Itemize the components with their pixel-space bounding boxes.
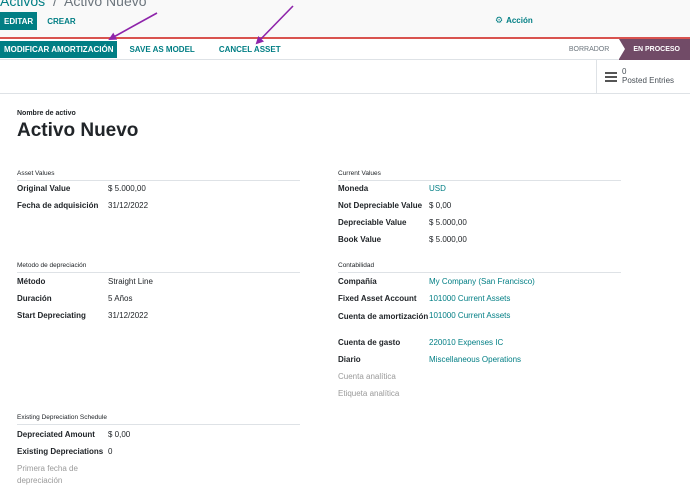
asset-name-label: Nombre de activo [17,110,76,117]
field-value: $ 5.000,00 [429,218,467,227]
currency-link[interactable]: USD [429,184,446,193]
field-label: Depreciable Value [338,218,407,227]
field-acquisition-date: Fecha de adquisición 31/12/2022 [17,201,148,210]
breadcrumb-separator: / [53,0,57,9]
field-value: 31/12/2022 [108,201,149,210]
cancel-asset-button[interactable]: CANCEL ASSET [207,41,293,58]
field-label: Etiqueta analítica [338,389,400,398]
field-expense-account: Cuenta de gasto 220010 Expenses IC [338,338,503,347]
field-label: Cuenta de amortización [338,312,429,321]
field-fixed-asset-account: Fixed Asset Account 101000 Current Asset… [338,294,510,303]
field-original-value: Original Value $ 5.000,00 [17,184,146,193]
field-label: Depreciated Amount [17,430,95,439]
field-duration: Duración 5 Años [17,294,132,303]
field-label: Primera fecha de depreciación [17,464,78,485]
fixed-asset-account-link[interactable]: 101000 Current Assets [429,294,510,303]
action-menu-button[interactable]: ⚙ Acción [495,15,533,26]
modify-depreciation-button[interactable]: MODIFICAR AMORTIZACIÓN [0,40,118,58]
field-label: Existing Depreciations [17,447,104,456]
field-start-depreciating: Start Depreciating 31/12/2022 [17,311,148,320]
company-link[interactable]: My Company (San Francisco) [429,277,535,286]
field-value: 0 [108,447,113,456]
breadcrumb-current: Activo Nuevo [64,0,147,9]
field-label: Diario [338,355,361,364]
stage-in-progress[interactable]: EN PROCESO [619,39,690,60]
control-buttons: EDITAR CREAR [0,12,86,30]
action-label: Acción [506,16,533,25]
edit-button[interactable]: EDITAR [0,12,38,30]
field-label: Método [17,277,46,286]
field-analytic-account: Cuenta analítica [338,372,429,381]
breadcrumb-parent-link[interactable]: Activos [0,0,45,9]
group-title-current-values: Current Values [338,170,621,181]
group-title-existing-schedule: Existing Depreciation Schedule [17,414,300,425]
field-label: Duración [17,294,52,303]
field-label: Moneda [338,184,369,193]
breadcrumb: Activos / Activo Nuevo [0,0,147,9]
field-depreciation-account: Cuenta de amortización 101000 Current As… [338,311,510,323]
field-not-depreciable-value: Not Depreciable Value $ 0,00 [338,201,451,210]
field-company: Compañía My Company (San Francisco) [338,277,535,286]
field-depreciated-amount: Depreciated Amount $ 0,00 [17,430,130,439]
create-button[interactable]: CREAR [37,12,85,30]
field-value: $ 0,00 [108,430,131,439]
field-currency: Moneda USD [338,184,446,193]
stage-draft[interactable]: BORRADOR [555,39,619,60]
gear-icon: ⚙ [495,15,504,25]
field-method: Método Straight Line [17,277,153,286]
field-label: Fixed Asset Account [338,294,417,303]
field-label: Start Depreciating [17,311,86,320]
asset-name: Activo Nuevo [17,120,139,141]
list-icon [605,71,617,82]
field-label: Compañía [338,277,377,286]
expense-account-link[interactable]: 220010 Expenses IC [429,338,503,347]
form-sheet: 0 Posted Entries Nombre de activo Activo… [0,60,690,488]
field-analytic-tags: Etiqueta analítica [338,389,429,398]
posted-entries-button[interactable]: 0 Posted Entries [596,60,690,94]
stage-indicator: BORRADOR EN PROCESO [555,39,690,60]
field-label: Fecha de adquisición [17,201,99,210]
field-value: 5 Años [108,294,133,303]
field-label: Book Value [338,235,382,244]
field-value: $ 0,00 [429,201,452,210]
group-title-depreciation-method: Metodo de depreciación [17,262,300,273]
field-book-value: Book Value $ 5.000,00 [338,235,467,244]
field-existing-depreciations: Existing Depreciations 0 [17,447,112,456]
journal-link[interactable]: Miscellaneous Operations [429,355,521,364]
statusbar: MODIFICAR AMORTIZACIÓN SAVE AS MODEL CAN… [0,37,690,60]
field-journal: Diario Miscellaneous Operations [338,355,521,364]
field-value: Straight Line [108,277,153,286]
field-label: Cuenta de gasto [338,338,401,347]
arrow-to-modify-button [108,12,158,40]
field-label: Not Depreciable Value [338,201,423,210]
field-value: 31/12/2022 [108,311,149,320]
group-title-accounting: Contabilidad [338,262,621,273]
group-title-asset-values: Asset Values [17,170,300,181]
field-value: $ 5.000,00 [429,235,467,244]
field-value: $ 5.000,00 [108,184,146,193]
button-box-divider [0,93,596,94]
field-label: Cuenta analítica [338,372,396,381]
field-depreciable-value: Depreciable Value $ 5.000,00 [338,218,467,227]
field-first-depreciation-date: Primera fecha de depreciación [17,463,97,487]
field-label: Original Value [17,184,71,193]
posted-entries-label: Posted Entries [622,75,675,85]
depreciation-account-link[interactable]: 101000 Current Assets [429,311,510,323]
save-as-model-button[interactable]: SAVE AS MODEL [117,41,206,58]
